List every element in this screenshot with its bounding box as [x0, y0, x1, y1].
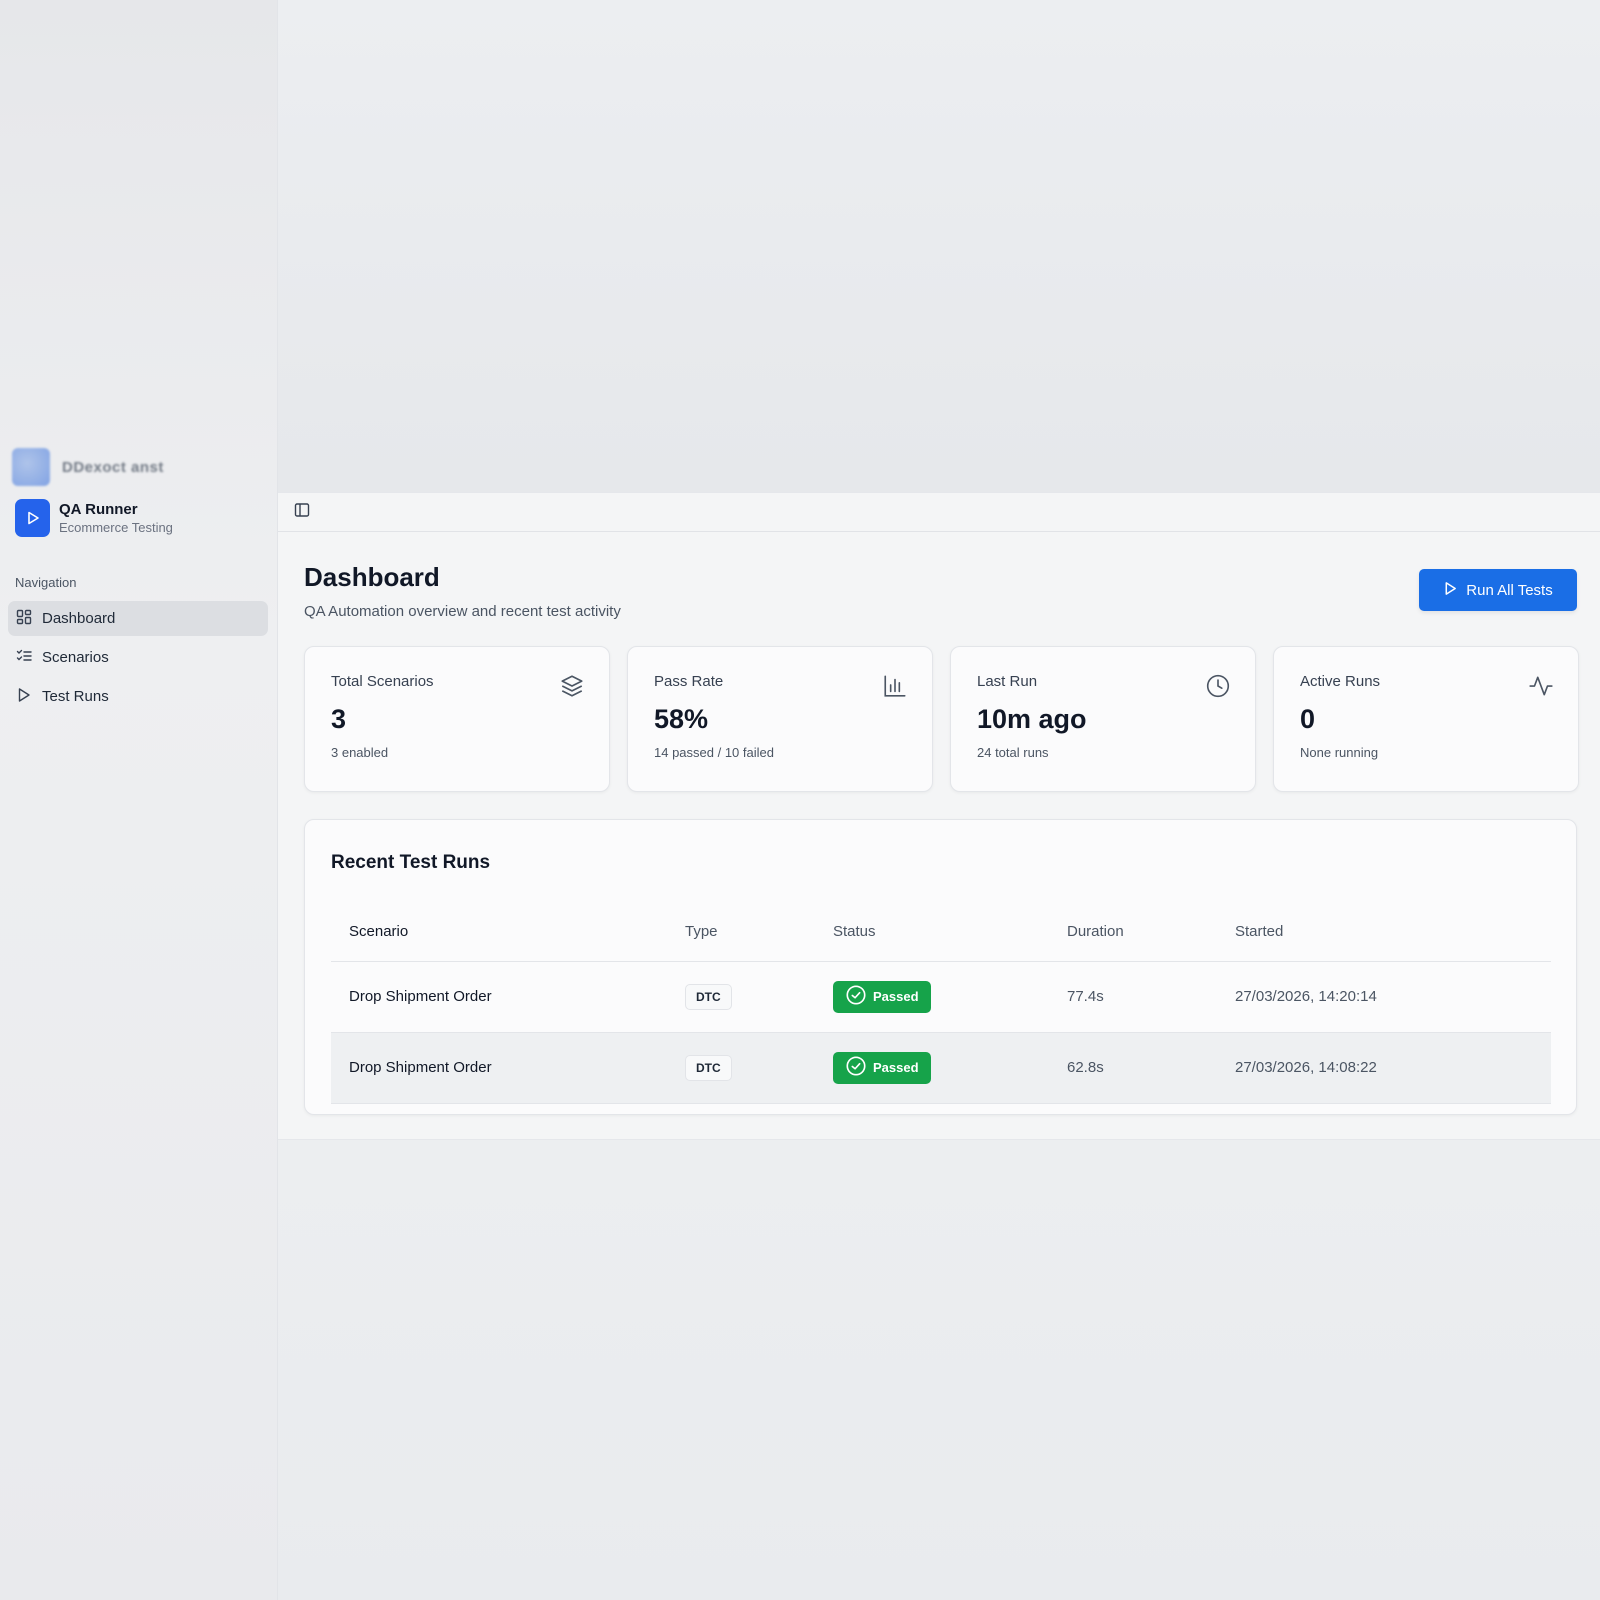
sidebar-toggle-icon[interactable] — [294, 502, 310, 523]
page-subtitle: QA Automation overview and recent test a… — [304, 603, 621, 620]
cell-duration: 62.8s — [1049, 1032, 1217, 1104]
stat-note: 24 total runs — [977, 745, 1049, 760]
run-all-tests-label: Run All Tests — [1466, 581, 1553, 599]
stat-note: 3 enabled — [331, 745, 389, 760]
sidebar-item-dashboard[interactable]: Dashboard — [8, 601, 268, 636]
stat-value: 3 — [331, 704, 347, 734]
page-header: Dashboard QA Automation overview and rec… — [304, 562, 621, 620]
nav-section-label: Navigation — [15, 575, 77, 590]
stat-label: Last Run — [977, 673, 1038, 690]
cell-started: 27/03/2026, 14:20:14 — [1217, 961, 1551, 1033]
stats-cards: Total Scenarios 3 3 enabled Pass Rate 58… — [304, 646, 1579, 792]
brand-title: QA Runner — [59, 501, 138, 518]
bar-chart-icon — [882, 673, 908, 704]
cell-scenario: Drop Shipment Order — [331, 1032, 667, 1104]
stat-label: Pass Rate — [654, 673, 724, 690]
column-header-duration: Duration — [1049, 903, 1217, 962]
layers-icon — [559, 673, 585, 704]
stat-label: Total Scenarios — [331, 673, 434, 690]
cell-scenario: Drop Shipment Order — [331, 961, 667, 1033]
status-label: Passed — [873, 989, 919, 1004]
cell-status: Passed — [815, 1032, 1049, 1104]
grid-icon — [16, 609, 32, 629]
stat-card-last-run: Last Run 10m ago 24 total runs — [950, 646, 1256, 792]
play-icon — [1443, 581, 1458, 600]
cell-started: 27/03/2026, 14:08:22 — [1217, 1032, 1551, 1104]
column-header-scenario: Scenario — [331, 903, 667, 962]
stat-value: 10m ago — [977, 704, 1087, 734]
sidebar-item-label: Test Runs — [42, 688, 109, 705]
cell-type: DTC — [667, 961, 815, 1033]
stat-note: 14 passed / 10 failed — [654, 745, 774, 760]
stat-label: Active Runs — [1300, 673, 1381, 690]
cell-status: Passed — [815, 961, 1049, 1033]
play-icon — [15, 499, 50, 537]
status-label: Passed — [873, 1060, 919, 1075]
brand-subtitle: Ecommerce Testing — [59, 520, 173, 535]
stat-card-active-runs: Active Runs 0 None running — [1273, 646, 1579, 792]
clock-icon — [1205, 673, 1231, 704]
sidebar-item-test-runs[interactable]: Test Runs — [8, 679, 268, 714]
checklist-icon — [16, 648, 32, 668]
stat-value: 58% — [654, 704, 709, 734]
ghost-logo-icon — [12, 448, 50, 486]
recent-runs-table: Scenario Type Status Duration Started Dr… — [331, 903, 1551, 1104]
ghost-header: DDexoct anst — [12, 448, 164, 486]
stat-card-pass-rate: Pass Rate 58% 14 passed / 10 failed — [627, 646, 933, 792]
activity-icon — [1528, 673, 1554, 704]
stat-note: None running — [1300, 745, 1379, 760]
play-icon — [16, 687, 32, 707]
recent-runs-title: Recent Test Runs — [331, 852, 491, 873]
sidebar: DDexoct anst QA Runner Ecommerce Testing… — [0, 0, 278, 1600]
check-circle-icon — [845, 984, 867, 1009]
column-header-type: Type — [667, 903, 815, 962]
sidebar-item-label: Dashboard — [42, 610, 116, 627]
ghost-header-text: DDexoct anst — [62, 458, 164, 476]
type-badge: DTC — [685, 1054, 732, 1081]
sidebar-nav: Dashboard Scenarios Test Runs — [8, 601, 268, 718]
table-row[interactable]: Drop Shipment Order DTC Passed — [331, 961, 1551, 1033]
cell-type: DTC — [667, 1032, 815, 1104]
brand[interactable]: QA Runner Ecommerce Testing — [15, 499, 173, 537]
status-badge: Passed — [833, 980, 931, 1013]
column-header-started: Started — [1217, 903, 1551, 962]
check-circle-icon — [845, 1055, 867, 1080]
type-badge: DTC — [685, 983, 732, 1010]
cell-duration: 77.4s — [1049, 961, 1217, 1033]
table-header-row: Scenario Type Status Duration Started — [331, 903, 1551, 962]
sidebar-item-scenarios[interactable]: Scenarios — [8, 640, 268, 675]
main-content: Dashboard QA Automation overview and rec… — [278, 492, 1600, 1140]
topbar — [278, 493, 1600, 532]
page-title: Dashboard — [304, 562, 440, 592]
sidebar-item-label: Scenarios — [42, 649, 109, 666]
recent-runs-card: Recent Test Runs Scenario Type Status Du… — [304, 819, 1577, 1115]
table-row[interactable]: Drop Shipment Order DTC Passed — [331, 1032, 1551, 1104]
stat-value: 0 — [1300, 704, 1316, 734]
run-all-tests-button[interactable]: Run All Tests — [1419, 569, 1577, 611]
status-badge: Passed — [833, 1051, 931, 1084]
column-header-status: Status — [815, 903, 1049, 962]
stat-card-total-scenarios: Total Scenarios 3 3 enabled — [304, 646, 610, 792]
